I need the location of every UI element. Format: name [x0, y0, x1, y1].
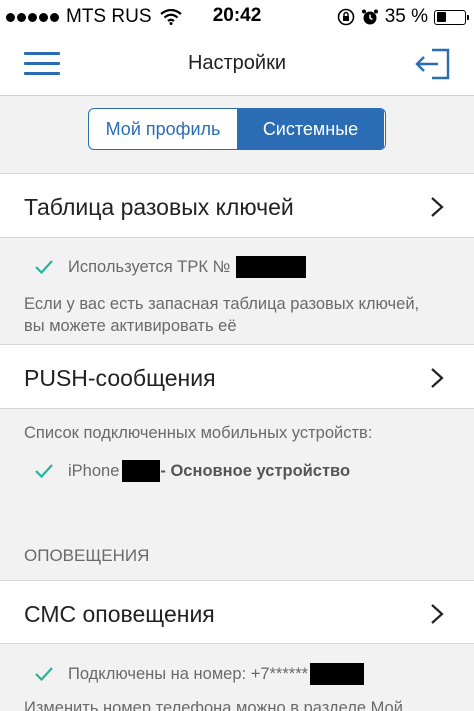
battery-icon	[434, 9, 469, 25]
sms-connected-line: Подключены на номер: +7******	[34, 663, 365, 685]
battery-percent: 35 %	[384, 6, 428, 27]
alarm-clock-icon	[361, 9, 378, 25]
sms-connected-text: Подключены на номер: +7******	[68, 664, 309, 683]
status-bar: MTS RUS 20:42 35 %	[0, 0, 474, 32]
otp-table-row[interactable]: Таблица разовых ключей	[0, 174, 474, 238]
device-name: iPhone	[68, 461, 120, 480]
devices-caption: Список подключенных мобильных устройств:	[24, 424, 373, 442]
checkmark-icon	[35, 667, 53, 682]
otp-hint-line-1: Если у вас есть запасная таблица разовых…	[24, 295, 420, 313]
navigation-bar: Настройки	[0, 32, 474, 96]
sms-notifications-row[interactable]: СМС оповещения	[0, 580, 474, 644]
sms-label: СМС оповещения	[24, 601, 215, 627]
chevron-right-icon	[431, 604, 444, 624]
logout-icon[interactable]	[414, 46, 452, 82]
otp-table-label: Таблица разовых ключей	[24, 194, 294, 220]
otp-hint: Если у вас есть запасная таблица разовых…	[24, 293, 419, 337]
otp-hint-line-2: вы можете активировать её	[24, 317, 237, 335]
device-line: iPhone - Основное устройство	[34, 460, 350, 482]
status-right: 35 %	[337, 6, 469, 28]
battery-level-fill	[436, 12, 446, 22]
section-header-notifications: ОПОВЕЩЕНИЯ	[24, 546, 150, 565]
otp-status-line: Используется ТРК №	[34, 256, 307, 278]
otp-info-block: Используется ТРК № Если у вас есть запас…	[0, 238, 474, 345]
rotation-lock-icon	[337, 8, 354, 26]
device-suffix: - Основное устройство	[160, 461, 351, 480]
push-label: PUSH-сообщения	[24, 365, 216, 391]
push-notifications-row[interactable]: PUSH-сообщения	[0, 345, 474, 409]
page-title: Настройки	[187, 52, 287, 74]
checkmark-icon	[35, 260, 53, 275]
checkmark-icon	[35, 464, 53, 479]
settings-segmented-control: Мой профиль Системные	[88, 108, 386, 150]
redacted-block	[236, 256, 307, 278]
chevron-right-icon	[431, 368, 444, 388]
segment-container: Мой профиль Системные	[0, 96, 474, 174]
otp-status-text: Используется ТРК №	[68, 257, 231, 276]
redacted-block	[310, 663, 365, 685]
chevron-right-icon	[431, 197, 444, 217]
redacted-block	[122, 460, 161, 482]
sms-hint: Изменить номер телефона можно в разделе …	[24, 699, 403, 711]
tab-system[interactable]: Системные	[237, 109, 384, 149]
tab-my-profile[interactable]: Мой профиль	[89, 109, 237, 149]
